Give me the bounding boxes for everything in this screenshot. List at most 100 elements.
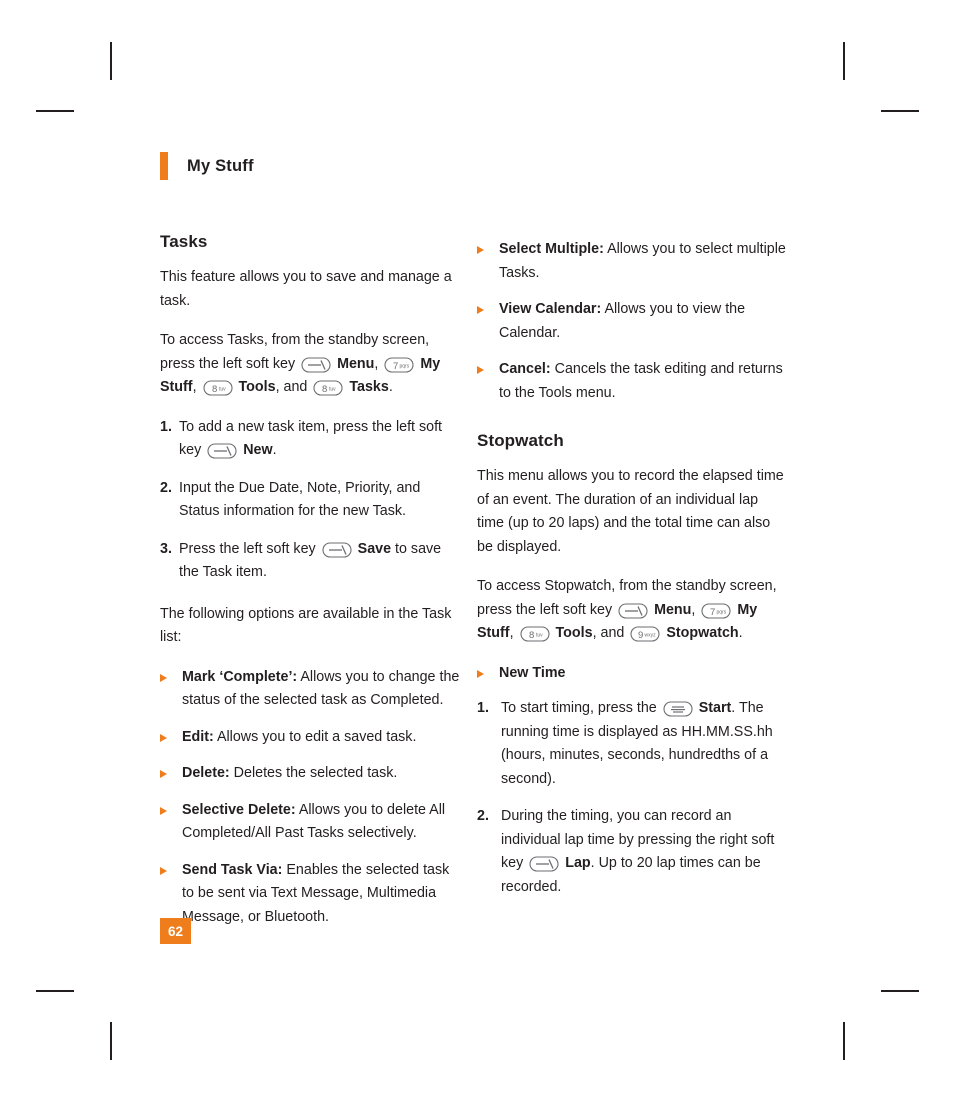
option-delete: Delete: Deletes the selected task. <box>182 762 460 786</box>
crop-mark-bottom-left <box>110 1022 112 1060</box>
option-term: Mark ‘Complete’: <box>182 668 298 685</box>
option-term: Send Task Via: <box>182 861 283 878</box>
svg-text:8: 8 <box>212 384 217 395</box>
list-item: Send Task Via: Enables the selected task… <box>160 859 460 930</box>
bullet-triangle-icon <box>477 358 499 405</box>
ok-center-key-icon <box>663 701 693 717</box>
tasks-tasks-label: Tasks <box>349 379 389 395</box>
soft-key-icon <box>301 356 331 373</box>
stopwatch-intro: This menu allows you to record the elaps… <box>477 468 784 555</box>
tasks-step-3-number: 3. <box>160 540 172 557</box>
page-header: My Stuff <box>160 152 254 180</box>
svg-text:7: 7 <box>710 607 715 618</box>
svg-text:pqrs: pqrs <box>717 609 727 615</box>
stopwatch-step-2-bold: Lap <box>565 855 591 871</box>
option-select-multiple: Select Multiple: Allows you to select mu… <box>499 238 787 285</box>
bullet-triangle-icon <box>160 799 182 846</box>
list-item: Select Multiple: Allows you to select mu… <box>477 238 787 285</box>
svg-text:7: 7 <box>393 361 398 372</box>
bullet-triangle-icon <box>477 662 499 686</box>
section-heading-stopwatch: Stopwatch <box>477 431 564 450</box>
list-item: Edit: Allows you to edit a saved task. <box>160 726 460 750</box>
option-term: View Calendar: <box>499 301 602 317</box>
tasks-tools-label: Tools <box>238 379 276 395</box>
stopwatch-step-2-number: 2. <box>477 808 489 824</box>
stopwatch-stopwatch-label: Stopwatch <box>666 625 739 641</box>
tasks-step-3: 3. Press the left soft key Save to save … <box>160 538 460 585</box>
option-mark-complete: Mark ‘Complete’: Allows you to change th… <box>182 666 460 713</box>
list-item: View Calendar: Allows you to view the Ca… <box>477 298 787 345</box>
option-term: Delete: <box>182 765 230 781</box>
stopwatch-step-1: 1. To start timing, press the Start. The… <box>477 697 787 791</box>
keypad-8-tuv-icon: 8 tuv <box>519 626 550 642</box>
option-term: Edit: <box>182 728 214 745</box>
option-term: Selective Delete: <box>182 801 296 818</box>
list-item: Delete: Deletes the selected task. <box>160 762 460 786</box>
crop-mark-left-bottom <box>36 990 74 992</box>
stopwatch-step-2: 2. During the timing, you can record an … <box>477 805 787 899</box>
tasks-step-1-number: 1. <box>160 418 172 435</box>
tasks-step-1-bold: New <box>243 442 273 458</box>
keypad-7-pqrs-icon: 7 pqrs <box>701 602 731 619</box>
new-time-label: New Time <box>499 664 566 681</box>
stopwatch-access-paragraph: To access Stopwatch, from the standby sc… <box>477 575 787 646</box>
soft-key-icon <box>207 443 237 459</box>
tasks-step-3-bold: Save <box>357 540 392 557</box>
stopwatch-step-2-text: During the timing, you can record an ind… <box>501 805 787 899</box>
tasks-access-period: . <box>388 379 393 395</box>
keypad-7-pqrs-icon: 7 pqrs <box>384 356 414 373</box>
tasks-step-1: 1. To add a new task item, press the lef… <box>160 416 460 463</box>
list-item: Selective Delete: Allows you to delete A… <box>160 799 460 846</box>
keypad-9-wxyz-icon: 9 wxyz <box>630 626 660 642</box>
svg-text:tuv: tuv <box>536 633 543 639</box>
crop-mark-top-right <box>843 42 845 80</box>
option-edit: Edit: Allows you to edit a saved task. <box>182 726 460 750</box>
option-cancel: Cancel: Cancels the task editing and ret… <box>499 358 787 405</box>
stopwatch-tools-label: Tools <box>555 625 593 641</box>
right-column: Select Multiple: Allows you to select mu… <box>477 238 787 913</box>
stopwatch-and-text: , and <box>592 625 625 641</box>
tasks-step-1-post: . <box>272 442 277 458</box>
page-title: My Stuff <box>187 156 254 175</box>
crop-mark-left-top <box>36 110 74 112</box>
tasks-step-1-text: To add a new task item, press the left s… <box>179 416 460 463</box>
bullet-triangle-icon <box>160 762 182 786</box>
svg-text:pqrs: pqrs <box>400 363 410 369</box>
tasks-intro: This feature allows you to save and mana… <box>160 269 452 309</box>
tasks-options-intro: The following options are available in t… <box>160 605 452 646</box>
option-desc: Allows you to edit a saved task. <box>216 728 417 745</box>
option-send-task-via: Send Task Via: Enables the selected task… <box>182 859 460 930</box>
stopwatch-access-period: . <box>738 625 743 641</box>
option-selective-delete: Selective Delete: Allows you to delete A… <box>182 799 460 846</box>
soft-key-icon <box>322 541 352 558</box>
tasks-step-3-pre: Press the left soft key <box>179 540 316 557</box>
stopwatch-comma-1: , <box>691 601 696 618</box>
crop-mark-bottom-right <box>843 1022 845 1060</box>
stopwatch-menu-label: Menu <box>654 601 692 618</box>
option-term: Cancel: <box>499 361 551 377</box>
keypad-8-tuv-icon-2: 8 tuv <box>313 380 343 396</box>
tasks-step-2-text: Input the Due Date, Note, Priority, and … <box>179 479 421 520</box>
bullet-triangle-icon <box>160 726 182 750</box>
svg-text:wxyz: wxyz <box>645 633 657 639</box>
svg-text:8: 8 <box>529 630 534 641</box>
crop-mark-right-bottom <box>881 990 919 992</box>
header-accent-bar <box>160 152 168 180</box>
bullet-triangle-icon <box>477 238 499 285</box>
tasks-step-3-text: Press the left soft key Save to save the… <box>179 538 460 585</box>
svg-text:9: 9 <box>638 630 643 641</box>
bullet-triangle-icon <box>160 666 182 713</box>
keypad-8-tuv-icon: 8 tuv <box>202 380 233 396</box>
tasks-comma-1: , <box>374 355 379 372</box>
bullet-triangle-icon <box>477 298 499 345</box>
new-time-heading: New Time <box>477 662 787 686</box>
stopwatch-step-1-pre: To start timing, press the <box>501 700 657 716</box>
list-item: Cancel: Cancels the task editing and ret… <box>477 358 787 405</box>
page-number-badge: 62 <box>160 918 191 944</box>
crop-mark-right-top <box>881 110 919 112</box>
tasks-menu-label: Menu <box>337 355 375 372</box>
left-column: Tasks This feature allows you to save an… <box>160 232 460 942</box>
svg-text:8: 8 <box>322 384 327 395</box>
tasks-comma-2: , <box>192 379 197 395</box>
list-item: Mark ‘Complete’: Allows you to change th… <box>160 666 460 713</box>
